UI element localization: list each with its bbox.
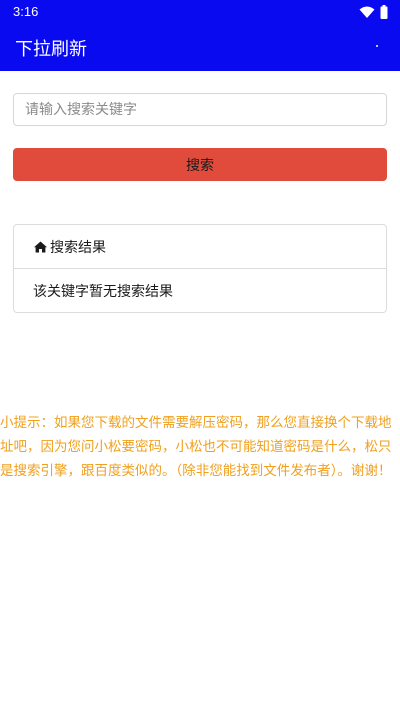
battery-icon	[380, 5, 388, 19]
results-header: 搜索结果	[14, 225, 386, 269]
results-header-label: 搜索结果	[50, 239, 106, 256]
search-button[interactable]: 搜索	[13, 148, 387, 181]
status-time: 3:16	[13, 4, 39, 19]
search-input[interactable]	[13, 93, 387, 126]
wifi-icon	[359, 6, 375, 18]
status-bar: 3:16	[0, 0, 400, 24]
overflow-menu-button[interactable]	[376, 45, 378, 47]
results-panel: 搜索结果 该关键字暂无搜索结果	[13, 224, 387, 313]
tip-text: 小提示：如果您下载的文件需要解压密码，那么您直接换个下载地址吧，因为您问小松要密…	[0, 415, 392, 479]
app-bar: 下拉刷新	[0, 24, 400, 71]
home-icon	[34, 241, 47, 252]
page-title: 下拉刷新	[15, 39, 87, 60]
results-empty-message: 该关键字暂无搜索结果	[33, 284, 173, 300]
